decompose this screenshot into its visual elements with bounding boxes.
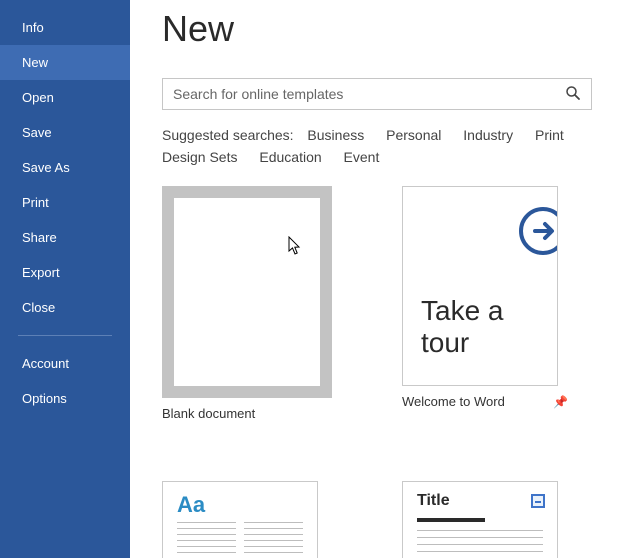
sidebar-label: Save As: [22, 160, 70, 175]
suggested-label: Suggested searches:: [162, 127, 294, 143]
placeholder-icon: [531, 494, 545, 508]
template-search-input[interactable]: [173, 86, 563, 102]
sidebar-item-close[interactable]: Close: [0, 290, 130, 325]
sidebar-item-new[interactable]: New: [0, 45, 130, 80]
aa-glyph: Aa: [177, 492, 205, 518]
sidebar-label: Share: [22, 230, 57, 245]
template-thumbnail: [162, 186, 332, 398]
search-icon: [565, 85, 581, 101]
sidebar-label: Info: [22, 20, 44, 35]
template-thumbnail: Aa: [162, 481, 318, 558]
suggested-link-event[interactable]: Event: [344, 146, 380, 168]
tour-text: Take a tour: [421, 295, 504, 359]
cursor-icon: [288, 236, 304, 256]
sidebar-item-print[interactable]: Print: [0, 185, 130, 220]
backstage-sidebar: Info New Open Save Save As Print Share E…: [0, 0, 130, 558]
sidebar-label: New: [22, 55, 48, 70]
sidebar-item-open[interactable]: Open: [0, 80, 130, 115]
sidebar-item-account[interactable]: Account: [0, 346, 130, 381]
sidebar-label: Options: [22, 391, 67, 406]
sidebar-label: Save: [22, 125, 52, 140]
sidebar-item-save-as[interactable]: Save As: [0, 150, 130, 185]
template-gallery: Blank document Take a tour Welcome to Wo…: [162, 186, 622, 558]
doc-lines: [177, 522, 303, 553]
sidebar-item-share[interactable]: Share: [0, 220, 130, 255]
template-caption: Blank document: [162, 406, 332, 421]
doc-lines: [417, 530, 543, 552]
sidebar-item-export[interactable]: Export: [0, 255, 130, 290]
template-title-page[interactable]: Title: [402, 481, 572, 558]
caption-text: Welcome to Word: [402, 394, 505, 409]
sidebar-item-info[interactable]: Info: [0, 10, 130, 45]
suggested-link-design-sets[interactable]: Design Sets: [162, 146, 237, 168]
title-text: Title: [417, 492, 450, 510]
suggested-link-personal[interactable]: Personal: [386, 124, 441, 146]
template-single-spaced[interactable]: Aa: [162, 481, 332, 558]
main-content: New Suggested searches: Business Persona…: [130, 0, 622, 558]
template-welcome-tour[interactable]: Take a tour Welcome to Word 📌: [402, 186, 572, 421]
sidebar-item-save[interactable]: Save: [0, 115, 130, 150]
arrow-right-circle-icon: [517, 205, 558, 257]
sidebar-label: Close: [22, 300, 55, 315]
template-thumbnail: Take a tour: [402, 186, 558, 386]
suggested-link-industry[interactable]: Industry: [463, 124, 513, 146]
suggested-link-education[interactable]: Education: [259, 146, 321, 168]
template-caption: Welcome to Word 📌: [402, 394, 572, 409]
search-row: [162, 78, 592, 110]
suggested-link-print[interactable]: Print: [535, 124, 564, 146]
template-blank-document[interactable]: Blank document: [162, 186, 332, 421]
search-button[interactable]: [563, 83, 583, 106]
pin-icon[interactable]: 📌: [553, 395, 568, 409]
sidebar-label: Export: [22, 265, 60, 280]
suggested-searches: Suggested searches: Business Personal In…: [162, 124, 592, 168]
sidebar-label: Account: [22, 356, 69, 371]
template-thumbnail: Title: [402, 481, 558, 558]
caption-text: Blank document: [162, 406, 255, 421]
title-underline: [417, 518, 485, 522]
tour-line1: Take a: [421, 295, 504, 327]
suggested-link-business[interactable]: Business: [307, 124, 364, 146]
sidebar-separator: [18, 335, 112, 336]
sidebar-label: Print: [22, 195, 49, 210]
sidebar-item-options[interactable]: Options: [0, 381, 130, 416]
page-title: New: [162, 8, 622, 50]
tour-line2: tour: [421, 327, 504, 359]
sidebar-label: Open: [22, 90, 54, 105]
